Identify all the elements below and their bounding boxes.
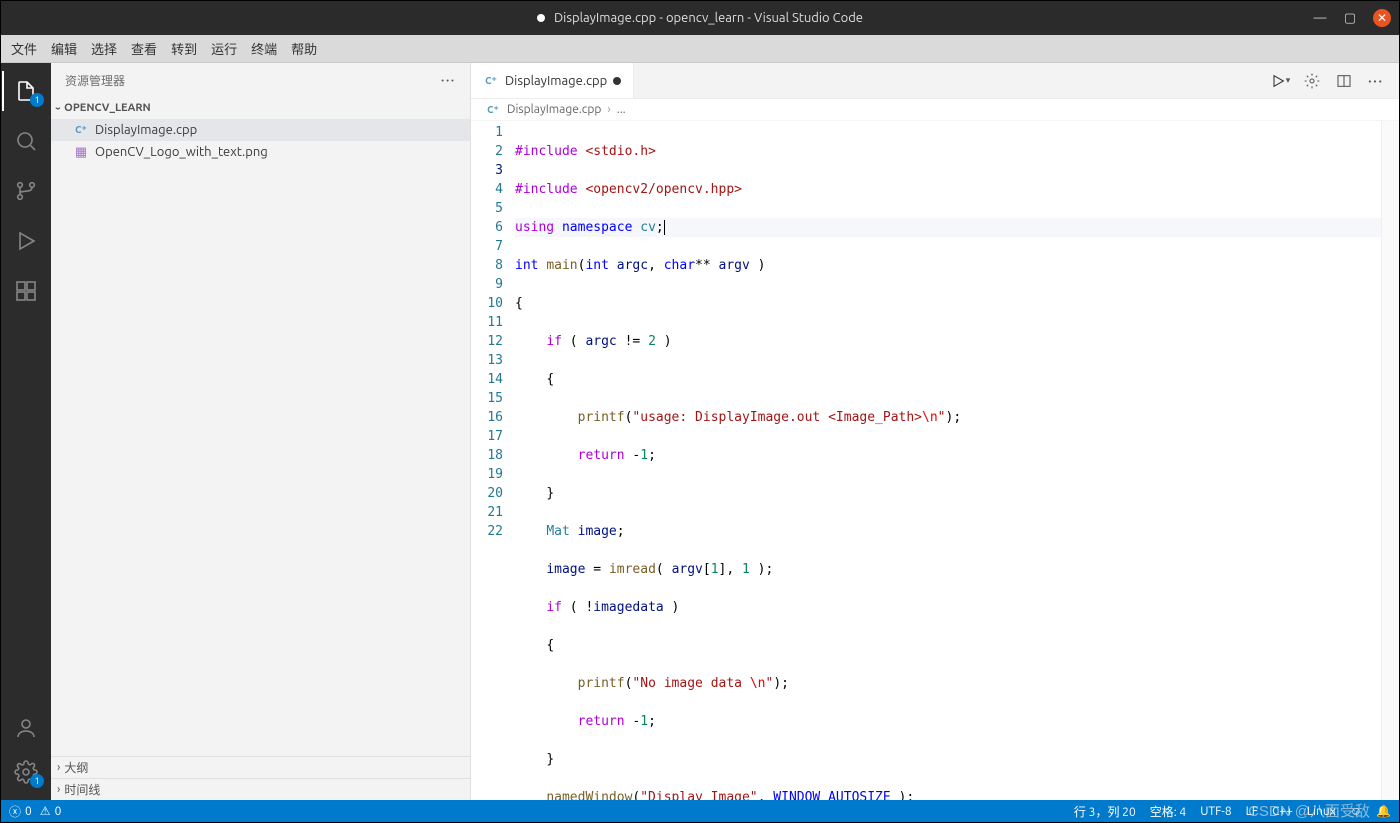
outline-panel[interactable]: › 大纲	[51, 756, 470, 778]
cpp-icon: C⁺	[483, 73, 499, 89]
title-text: DisplayImage.cpp - opencv_learn - Visual…	[554, 11, 863, 25]
menu-file[interactable]: 文件	[11, 39, 37, 58]
watermark: CSDN @八面受敌	[1248, 800, 1370, 821]
chevron-right-icon: ›	[57, 761, 60, 774]
run-button[interactable]: ▾	[1269, 70, 1291, 92]
status-spaces[interactable]: 空格: 4	[1150, 803, 1186, 820]
tabs-row: C⁺ DisplayImage.cpp ▾ ···	[471, 63, 1399, 99]
editor-area: C⁺ DisplayImage.cpp ▾ ··· C⁺ DisplayImag…	[471, 63, 1399, 800]
ellipsis-icon: ···	[1368, 74, 1384, 88]
image-icon: ▦	[73, 144, 89, 160]
cpp-icon: C⁺	[485, 102, 501, 118]
account-icon	[14, 716, 38, 740]
breadcrumb[interactable]: C⁺ DisplayImage.cpp › ...	[471, 99, 1399, 121]
editor-actions: ▾ ···	[1257, 63, 1399, 98]
menu-selection[interactable]: 选择	[91, 39, 117, 58]
sidebar-header: 资源管理器 ···	[51, 63, 470, 97]
titlebar: DisplayImage.cpp - opencv_learn - Visual…	[1, 1, 1399, 35]
line-gutter: 12345678910111213141516171819202122	[471, 121, 515, 800]
gear-icon	[1304, 73, 1320, 89]
extensions-icon	[14, 279, 38, 303]
file-row[interactable]: C⁺ DisplayImage.cpp	[51, 119, 470, 141]
body: 1 1	[1, 63, 1399, 800]
code-area[interactable]: 12345678910111213141516171819202122 #inc…	[471, 121, 1399, 800]
config-button[interactable]	[1301, 70, 1323, 92]
minimap[interactable]	[1381, 121, 1399, 800]
menu-go[interactable]: 转到	[171, 39, 197, 58]
file-row[interactable]: ▦ OpenCV_Logo_with_text.png	[51, 141, 470, 163]
file-name: OpenCV_Logo_with_text.png	[95, 145, 268, 159]
explorer-badge: 1	[30, 93, 44, 107]
app-window: DisplayImage.cpp - opencv_learn - Visual…	[0, 0, 1400, 823]
run-icon	[14, 229, 38, 253]
sidebar-more-icon[interactable]: ···	[441, 74, 456, 87]
bell-icon: 🔔	[1376, 804, 1391, 818]
timeline-panel[interactable]: › 时间线	[51, 778, 470, 800]
settings-badge: 1	[30, 774, 44, 788]
activity-settings[interactable]: 1	[2, 752, 50, 792]
tab-dirty-icon	[613, 77, 621, 85]
chevron-right-icon: ›	[607, 103, 610, 116]
more-button[interactable]: ···	[1365, 70, 1387, 92]
status-bell[interactable]: 🔔	[1376, 804, 1391, 818]
activity-account[interactable]	[2, 708, 50, 748]
explorer-sidebar: 资源管理器 ··· › OPENCV_LEARN C⁺ DisplayImage…	[51, 63, 471, 800]
dirty-indicator-icon	[537, 14, 545, 22]
file-name: DisplayImage.cpp	[95, 123, 197, 137]
folder-header[interactable]: › OPENCV_LEARN	[51, 97, 470, 119]
statusbar: ⓧ0 ⚠0 行 3，列 20 空格: 4 UTF-8 LF C++ Linux …	[1, 800, 1399, 822]
status-warnings[interactable]: ⚠0	[40, 804, 62, 818]
menu-view[interactable]: 查看	[131, 39, 157, 58]
error-icon: ⓧ	[9, 803, 21, 820]
window-title: DisplayImage.cpp - opencv_learn - Visual…	[1, 11, 1399, 25]
chevron-right-icon: ›	[57, 783, 60, 796]
status-position[interactable]: 行 3，列 20	[1074, 803, 1136, 820]
activity-explorer[interactable]: 1	[2, 71, 50, 111]
outline-label: 大纲	[64, 759, 88, 776]
split-icon	[1336, 73, 1352, 89]
menu-edit[interactable]: 编辑	[51, 39, 77, 58]
tab-label: DisplayImage.cpp	[505, 74, 607, 88]
breadcrumb-more: ...	[617, 103, 626, 116]
status-errors[interactable]: ⓧ0	[9, 803, 32, 820]
branch-icon	[14, 179, 38, 203]
warning-icon: ⚠	[40, 804, 51, 818]
menubar: 文件 编辑 选择 查看 转到 运行 终端 帮助	[1, 35, 1399, 63]
activity-extensions[interactable]	[2, 271, 50, 311]
play-icon	[1270, 73, 1286, 89]
code-content[interactable]: #include <stdio.h> #include <opencv2/ope…	[515, 121, 1381, 800]
search-icon	[14, 129, 38, 153]
folder-name: OPENCV_LEARN	[64, 102, 151, 114]
chevron-down-icon: ›	[53, 106, 64, 109]
menu-help[interactable]: 帮助	[291, 39, 317, 58]
editor-tab[interactable]: C⁺ DisplayImage.cpp	[471, 63, 634, 98]
cpp-icon: C⁺	[73, 122, 89, 138]
activity-search[interactable]	[2, 121, 50, 161]
activity-run[interactable]	[2, 221, 50, 261]
activity-scm[interactable]	[2, 171, 50, 211]
timeline-label: 时间线	[64, 781, 100, 798]
status-encoding[interactable]: UTF-8	[1200, 805, 1231, 818]
sidebar-title: 资源管理器	[65, 72, 125, 89]
menu-run[interactable]: 运行	[211, 39, 237, 58]
menu-terminal[interactable]: 终端	[251, 39, 277, 58]
breadcrumb-file: DisplayImage.cpp	[507, 103, 601, 116]
split-editor-button[interactable]	[1333, 70, 1355, 92]
activity-bar: 1 1	[1, 63, 51, 800]
